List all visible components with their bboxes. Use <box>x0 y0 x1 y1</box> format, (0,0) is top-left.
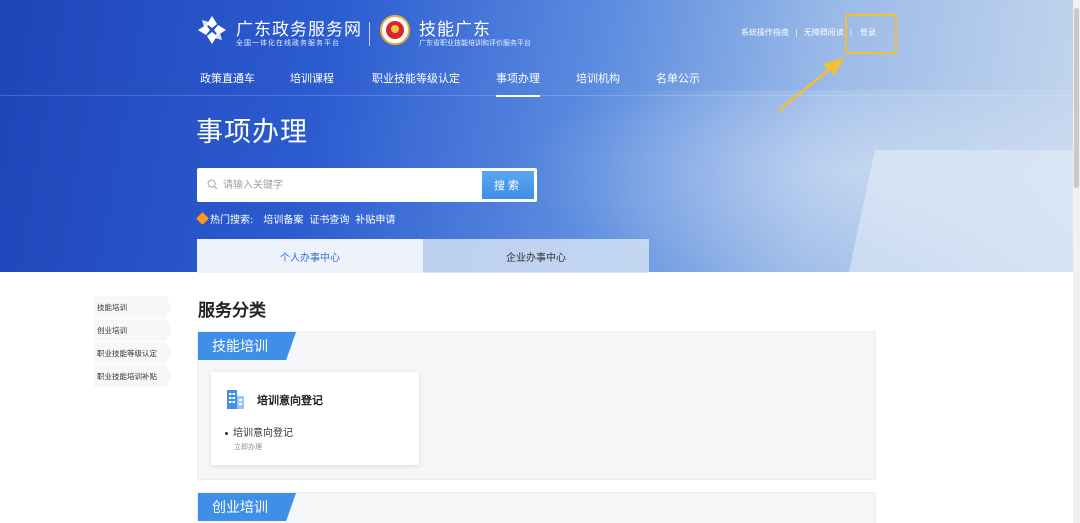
page-title: 事项办理 <box>196 117 308 148</box>
site1-subtitle: 全国一体化在线政务服务平台 <box>236 39 340 47</box>
sidebar-item-startup-training[interactable]: 创业培训 <box>94 319 172 341</box>
tab-enterprise-center[interactable]: 企业办事中心 <box>423 239 649 273</box>
sidebar-item-training-subsidy[interactable]: 职业技能培训补贴 <box>94 365 172 387</box>
logo-divider <box>369 22 370 46</box>
top-links: 系统操作指南 | 无障碍阅读 | <box>741 27 858 38</box>
system-guide-link[interactable]: 系统操作指南 <box>741 27 789 38</box>
search-input[interactable] <box>223 175 473 195</box>
category-tag: 创业培训 <box>198 493 296 521</box>
search-icon <box>207 179 218 190</box>
page-scrollbar[interactable] <box>1073 0 1080 523</box>
category-panel-startup-training: 创业培训 <box>197 492 876 523</box>
nav-item-policy[interactable]: 政策直通车 <box>200 70 255 96</box>
hot-search-label: 热门搜索: <box>210 215 254 226</box>
gd-gov-logo-icon[interactable] <box>196 14 228 46</box>
site2-title[interactable]: 技能广东 <box>419 15 491 40</box>
service-card[interactable]: 培训意向登记 培训意向登记 立即办理 <box>211 372 419 465</box>
nav-item-publicity[interactable]: 名单公示 <box>656 70 700 96</box>
tab-personal-center[interactable]: 个人办事中心 <box>197 239 423 273</box>
hot-keyword-subsidy[interactable]: 补贴申请 <box>355 211 395 226</box>
nav-item-skill-level[interactable]: 职业技能等级认定 <box>372 70 460 96</box>
login-link[interactable]: 登录 <box>860 27 876 38</box>
category-tag: 技能培训 <box>198 332 296 360</box>
scrollbar-thumb[interactable] <box>1074 8 1079 188</box>
site2-subtitle: 广东省职业技能培训和评价服务平台 <box>419 39 531 47</box>
apply-now-link[interactable]: 立即办理 <box>234 442 262 452</box>
section-title: 服务分类 <box>198 301 266 321</box>
hero-banner <box>0 0 1080 272</box>
service-item-link[interactable]: 培训意向登记 <box>225 424 293 439</box>
link-separator: | <box>795 28 798 37</box>
site1-title[interactable]: 广东政务服务网 <box>236 15 362 40</box>
hot-keyword-certificate-query[interactable]: 证书查询 <box>309 211 349 226</box>
accessible-reading-link[interactable]: 无障碍阅读 <box>804 27 844 38</box>
hero-background-shape <box>845 150 1080 272</box>
nav-item-institutions[interactable]: 培训机构 <box>576 70 620 96</box>
hot-search: 热门搜索: 培训备案 证书查询 补贴申请 <box>196 211 401 226</box>
search-button[interactable]: 搜索 <box>482 171 534 199</box>
hot-keyword-training-filing[interactable]: 培训备案 <box>263 211 303 226</box>
nav-item-courses[interactable]: 培训课程 <box>290 70 334 96</box>
building-icon <box>227 390 244 409</box>
service-card-title: 培训意向登记 <box>257 394 323 407</box>
main-nav: 政策直通车 培训课程 职业技能等级认定 事项办理 培训机构 名单公示 <box>200 70 700 97</box>
sidebar-item-skill-training[interactable]: 技能培训 <box>94 296 172 318</box>
nav-item-services[interactable]: 事项办理 <box>496 70 540 97</box>
skills-gd-logo-icon[interactable] <box>380 15 410 45</box>
hot-search-icon <box>196 212 209 225</box>
category-sidebar: 技能培训 创业培训 职业技能等级认定 职业技能培训补贴 <box>94 296 172 388</box>
service-item-label: 培训意向登记 <box>233 428 293 439</box>
sidebar-item-skill-level[interactable]: 职业技能等级认定 <box>94 342 172 364</box>
